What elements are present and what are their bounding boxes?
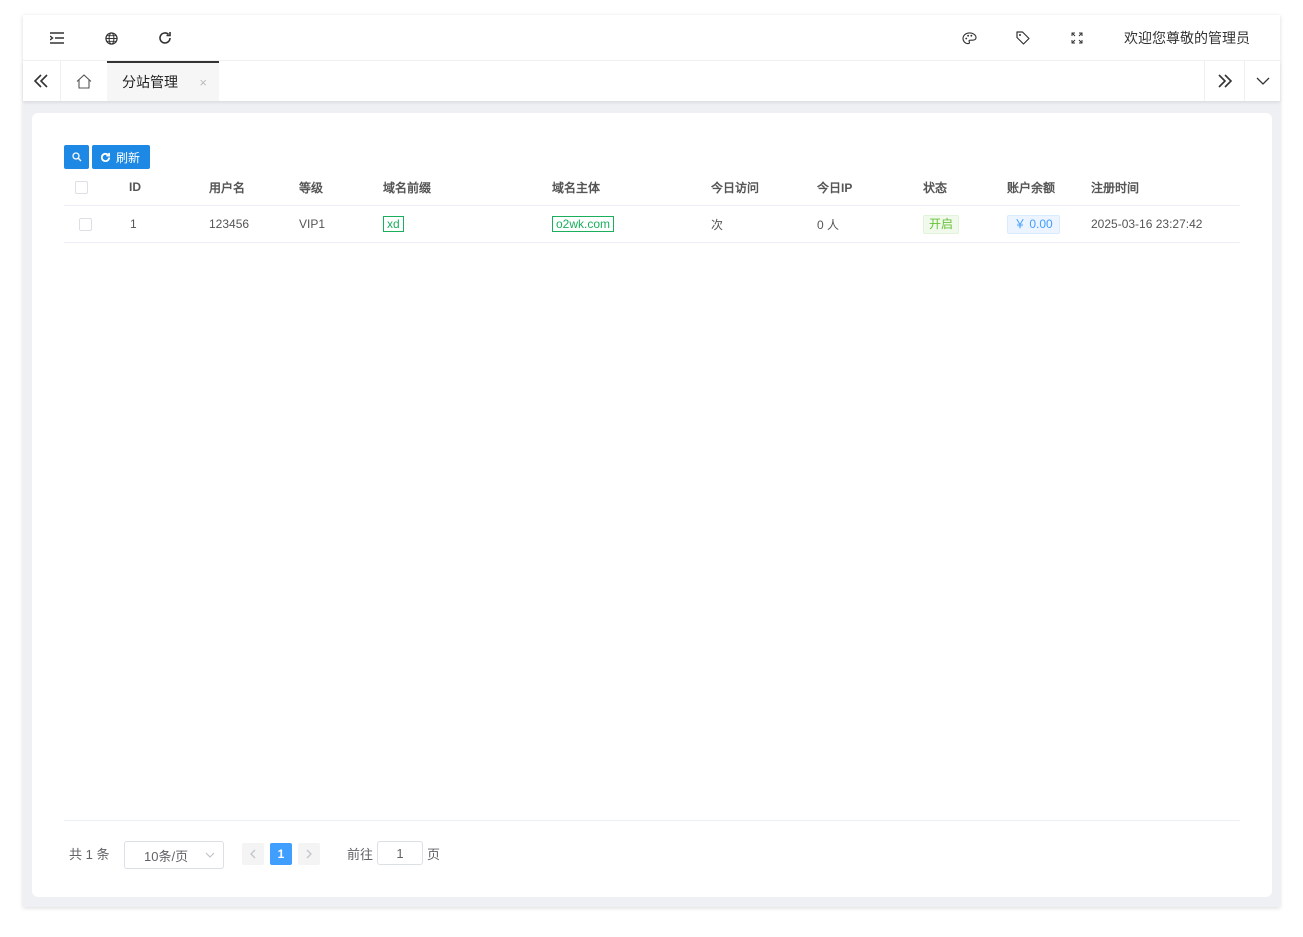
col-balance: 账户余额 [1007, 180, 1056, 195]
col-domain-prefix: 域名前缀 [383, 180, 432, 195]
cell-username: 123456 [209, 217, 250, 231]
status-badge: 开启 [923, 214, 960, 234]
refresh-icon [100, 152, 111, 162]
tab-branch-management[interactable]: 分站管理 × [107, 61, 219, 101]
tab-bar: 分站管理 × [23, 61, 1280, 101]
next-page-button[interactable] [298, 843, 320, 865]
cell-today-visits: 次 [711, 217, 724, 232]
cell-status-wrap: 开启 [923, 206, 960, 242]
search-icon [71, 152, 81, 162]
cell-domain-prefix-wrap: xd [383, 206, 404, 242]
palette-icon[interactable] [958, 27, 980, 49]
chevron-down-icon[interactable] [1244, 61, 1280, 101]
chevron-right-icon [306, 849, 312, 859]
domain-prefix-tag: xd [383, 216, 404, 232]
goto-prefix: 前往 [347, 847, 374, 862]
fullscreen-icon[interactable] [1066, 27, 1088, 49]
tag-icon[interactable] [1012, 27, 1034, 49]
col-domain-main: 域名主体 [552, 180, 601, 195]
cell-register-time: 2025-03-16 23:27:42 [1091, 217, 1203, 231]
footer-divider [64, 820, 1240, 821]
col-today-visits: 今日访问 [711, 180, 760, 195]
goto-suffix: 页 [427, 847, 441, 862]
col-id: ID [129, 180, 141, 194]
scroll-left-icon[interactable] [23, 61, 59, 101]
app-frame: 欢迎您尊敬的管理员 分站管理 × 刷新 ID 用户名 等级 域名前缀 域名主体 … [23, 15, 1280, 907]
refresh-icon[interactable] [154, 27, 176, 49]
tab-label: 分站管理 [122, 74, 178, 90]
refresh-button[interactable]: 刷新 [92, 145, 150, 169]
col-level: 等级 [299, 180, 324, 195]
goto-page-input[interactable]: 1 [377, 841, 423, 865]
search-button[interactable] [64, 145, 89, 169]
cell-today-ip: 0 人 [817, 217, 840, 232]
branch-table: ID 用户名 等级 域名前缀 域名主体 今日访问 今日IP 状态 账户余额 注册… [64, 169, 1240, 243]
page-size-select[interactable]: 10条/页 [124, 841, 224, 869]
row-checkbox[interactable] [79, 206, 92, 242]
table-header: ID 用户名 等级 域名前缀 域名主体 今日访问 今日IP 状态 账户余额 注册… [64, 169, 1240, 206]
home-icon [76, 73, 92, 89]
col-status: 状态 [923, 180, 948, 195]
chevron-left-icon [250, 849, 256, 859]
menu-fold-icon[interactable] [46, 27, 68, 49]
col-register-time: 注册时间 [1091, 180, 1140, 195]
cell-id: 1 [130, 217, 137, 231]
total-count: 共 1 条 [69, 847, 110, 862]
chevron-down-icon [205, 852, 215, 858]
select-all-checkbox[interactable] [75, 169, 88, 205]
page-number-1[interactable]: 1 [270, 843, 292, 865]
close-icon[interactable]: × [199, 75, 207, 90]
welcome-text[interactable]: 欢迎您尊敬的管理员 [1124, 28, 1250, 48]
col-username: 用户名 [209, 180, 246, 195]
home-tab[interactable] [60, 61, 107, 101]
cell-domain-main-wrap: o2wk.com [552, 206, 615, 242]
page-size-value: 10条/页 [144, 848, 189, 864]
cell-level: VIP1 [299, 217, 326, 231]
content-card: 刷新 ID 用户名 等级 域名前缀 域名主体 今日访问 今日IP 状态 账户余额… [32, 113, 1272, 897]
balance-badge: ￥ 0.00 [1007, 214, 1060, 234]
top-bar: 欢迎您尊敬的管理员 [23, 15, 1280, 61]
table-row[interactable]: 1 123456 VIP1 xd o2wk.com 次 0 人 开启 ￥ 0.0… [64, 206, 1240, 243]
refresh-label: 刷新 [116, 150, 141, 165]
pagination: 共 1 条 10条/页 1 前往 1 页 [64, 841, 664, 869]
prev-page-button[interactable] [242, 843, 264, 865]
scroll-right-icon[interactable] [1204, 61, 1244, 101]
domain-main-tag[interactable]: o2wk.com [552, 216, 615, 232]
globe-icon[interactable] [100, 27, 122, 49]
col-today-ip: 今日IP [817, 180, 853, 195]
cell-balance-wrap: ￥ 0.00 [1007, 206, 1060, 242]
